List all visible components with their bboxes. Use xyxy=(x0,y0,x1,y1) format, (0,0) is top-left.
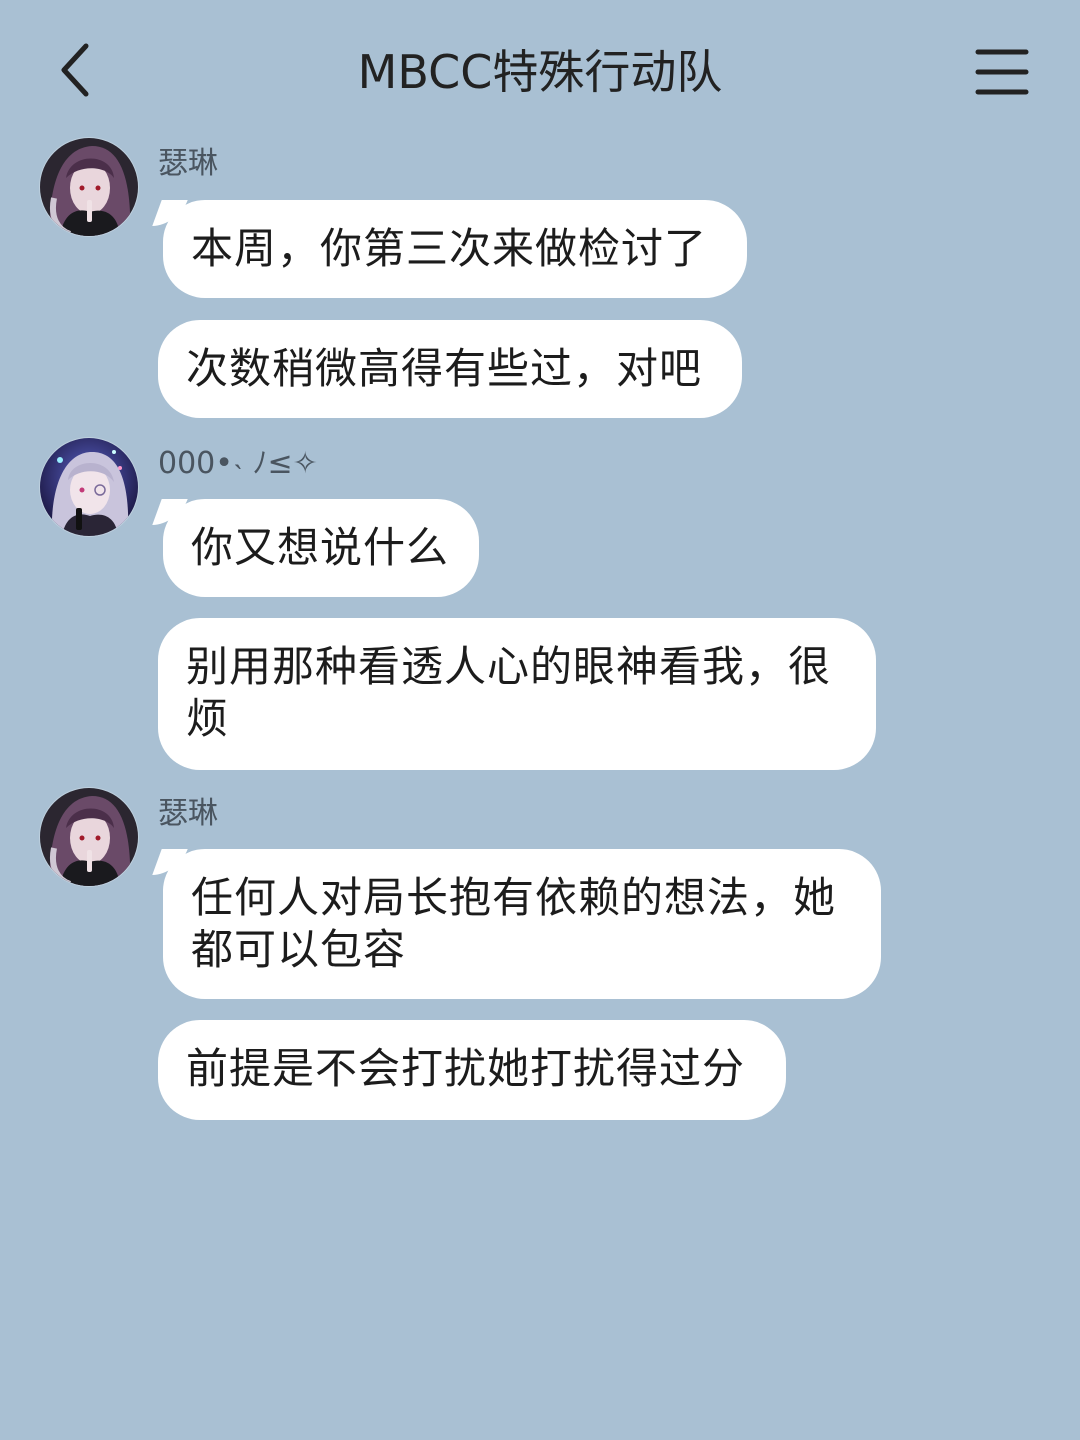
sender-name: 000•˴ ﾉ≤✧ xyxy=(158,446,318,481)
back-button[interactable] xyxy=(52,38,112,102)
message-bubble[interactable]: 次数稍微高得有些过，对吧 xyxy=(158,320,742,418)
user-avatar-image xyxy=(40,438,138,536)
message-bubble[interactable]: 任何人对局长抱有依赖的想法，她都可以包容 xyxy=(163,849,881,999)
sender-name: 瑟琳 xyxy=(158,146,218,181)
top-bar: MBCC特殊行动队 xyxy=(0,0,1080,140)
sender-name: 瑟琳 xyxy=(158,796,218,831)
avatar[interactable] xyxy=(40,138,138,236)
message-bubble[interactable]: 本周，你第三次来做检讨了 xyxy=(163,200,747,298)
message-bubble[interactable]: 前提是不会打扰她打扰得过分 xyxy=(158,1020,786,1120)
avatar[interactable] xyxy=(40,788,138,886)
serin-avatar-image xyxy=(40,788,138,886)
message-bubble[interactable]: 别用那种看透人心的眼神看我，很烦 xyxy=(158,618,876,770)
chat-title: MBCC特殊行动队 xyxy=(357,45,723,99)
serin-avatar-image xyxy=(40,138,138,236)
avatar[interactable] xyxy=(40,438,138,536)
menu-button[interactable] xyxy=(972,44,1032,100)
hamburger-menu-icon xyxy=(975,49,1029,95)
message-bubble[interactable]: 你又想说什么 xyxy=(163,499,479,597)
chevron-left-icon xyxy=(61,43,89,97)
